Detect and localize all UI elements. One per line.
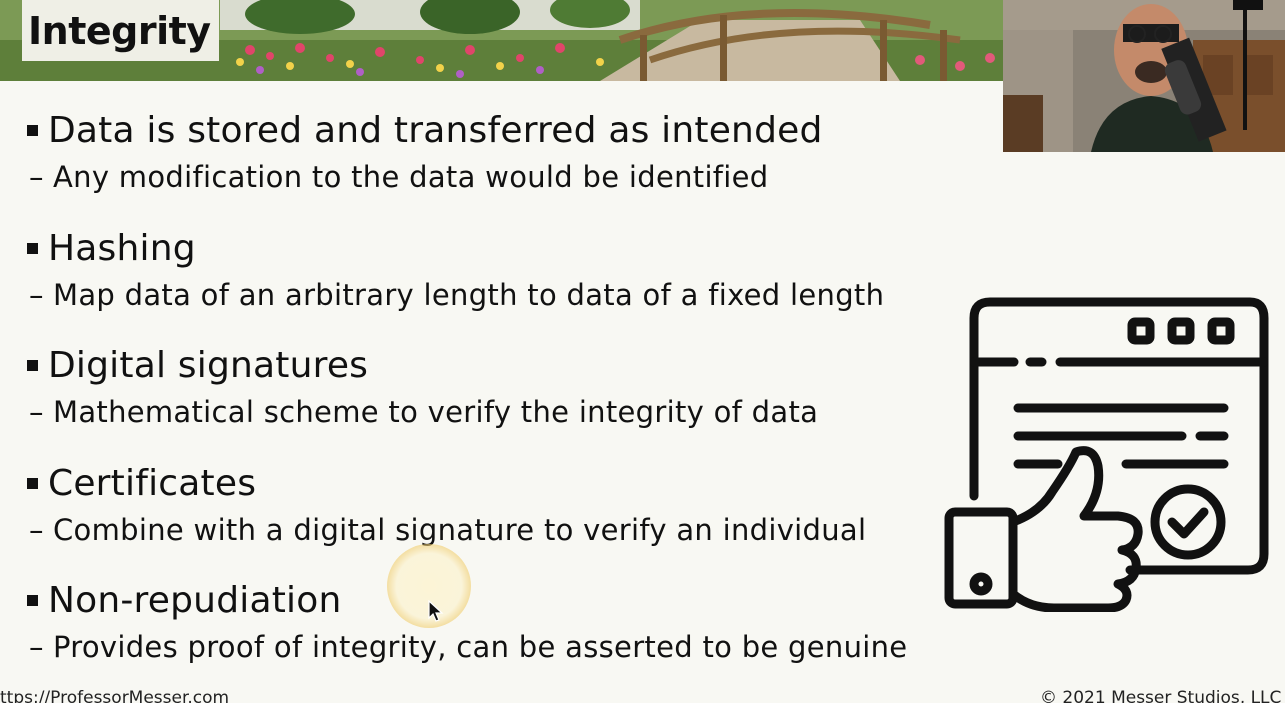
bullet-detail: Map data of an arbitrary length to data … <box>53 278 885 312</box>
bullet-detail: Mathematical scheme to verify the integr… <box>53 395 819 429</box>
bullet-heading: Data is stored and transferred as intend… <box>48 110 823 151</box>
bullet-detail: Any modification to the data would be id… <box>53 160 769 194</box>
square-bullet-icon <box>27 478 38 489</box>
square-bullet-icon <box>27 595 38 606</box>
bullet-heading: Certificates <box>48 463 257 504</box>
bullet-heading: Digital signatures <box>48 345 369 386</box>
dash-marker: – <box>29 278 44 312</box>
presenter-webcam <box>1003 0 1285 152</box>
bullet-item: Data is stored and transferred as intend… <box>24 113 823 192</box>
bullet-heading: Hashing <box>48 228 196 269</box>
dash-marker: – <box>29 630 44 664</box>
bullet-detail: Provides proof of integrity, can be asse… <box>53 630 908 664</box>
slide: Integrity Data is stored and transferred… <box>0 0 1285 703</box>
bullet-heading: Non-repudiation <box>48 580 342 621</box>
square-bullet-icon <box>27 125 38 136</box>
bullet-detail: Combine with a digital signature to veri… <box>53 513 867 547</box>
header-banner: Integrity <box>0 0 1003 81</box>
bullet-item: Hashing – Map data of an arbitrary lengt… <box>24 231 884 310</box>
certificate-thumbs-up-icon <box>944 296 1270 613</box>
footer-copyright: © 2021 Messer Studios, LLC <box>1040 688 1282 703</box>
bullet-item: Certificates – Combine with a digital si… <box>24 466 866 545</box>
bullet-item: Digital signatures – Mathematical scheme… <box>24 348 818 427</box>
dash-marker: – <box>29 160 44 194</box>
dash-marker: – <box>29 513 44 547</box>
mouse-pointer-icon <box>428 600 444 622</box>
dash-marker: – <box>29 395 44 429</box>
slide-content: Data is stored and transferred as intend… <box>0 81 960 691</box>
presenter-video <box>1003 0 1285 152</box>
square-bullet-icon <box>27 243 38 254</box>
slide-title: Integrity <box>28 8 211 53</box>
square-bullet-icon <box>27 360 38 371</box>
title-box: Integrity <box>22 0 219 61</box>
footer-website: ttps://ProfessorMesser.com <box>0 688 230 703</box>
